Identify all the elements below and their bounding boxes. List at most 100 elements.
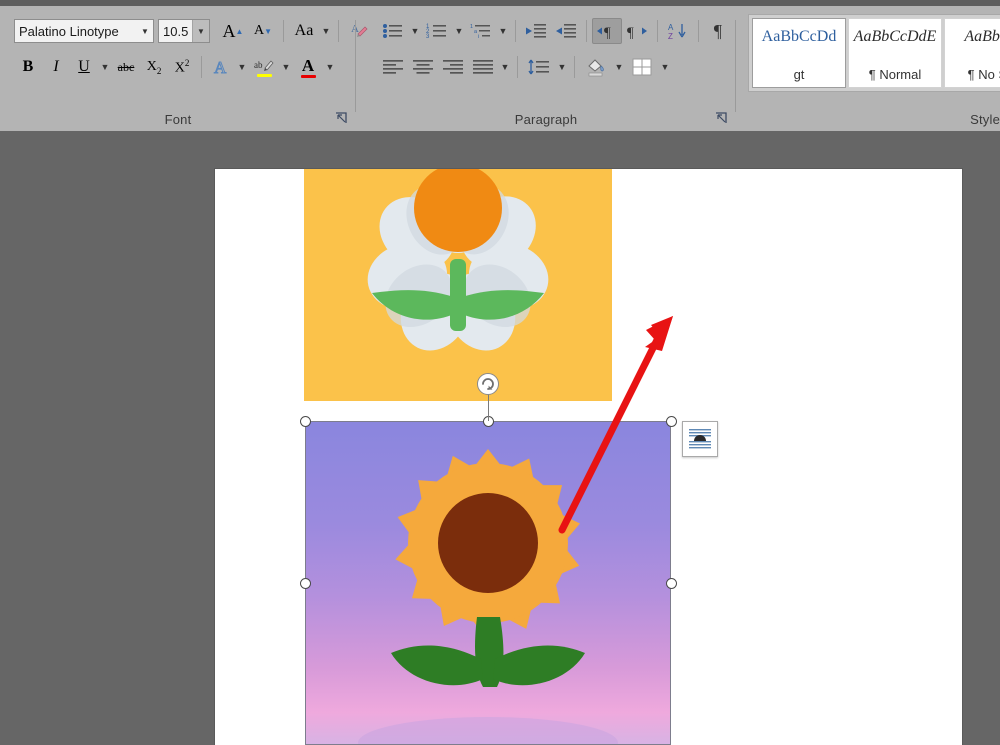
style-name: ¶ No Sp: [967, 67, 1000, 82]
style-sample: AaBbCc: [964, 28, 1000, 45]
sort-button[interactable]: A Z: [663, 18, 693, 44]
bullets-dropdown-icon[interactable]: ▼: [408, 18, 422, 44]
svg-text:¶: ¶: [627, 25, 634, 40]
strikethrough-icon: abc: [117, 59, 135, 74]
bullets-button[interactable]: [378, 18, 408, 44]
ltr-text-direction-button[interactable]: ¶: [592, 18, 622, 44]
font-color-dropdown-icon[interactable]: ▼: [323, 54, 337, 80]
style-name: ¶ Normal: [868, 67, 922, 82]
increase-indent-icon: [556, 24, 576, 38]
styles-gallery[interactable]: AaBbCcDd gt AaBbCcDdE ¶ Normal AaBbCc ¶ …: [748, 14, 1000, 92]
shrink-font-button[interactable]: A ▼: [248, 18, 278, 44]
superscript-button[interactable]: X2: [168, 54, 196, 80]
align-center-button[interactable]: [408, 54, 438, 80]
shading-dropdown-icon[interactable]: ▼: [612, 54, 626, 80]
line-spacing-icon: [528, 59, 549, 75]
underline-dropdown-icon[interactable]: ▼: [98, 54, 112, 80]
selection-handle-middle-left[interactable]: [299, 577, 311, 589]
document-page[interactable]: [215, 169, 962, 745]
justify-icon: [473, 60, 493, 74]
divider: [698, 20, 699, 42]
selection-handle-middle-right[interactable]: [665, 577, 677, 589]
decrease-indent-button[interactable]: [521, 18, 551, 44]
underline-icon: U: [78, 58, 90, 75]
text-highlight-button[interactable]: ab: [249, 54, 279, 80]
increase-indent-button[interactable]: [551, 18, 581, 44]
font-size-dropdown-icon[interactable]: ▼: [192, 20, 209, 42]
numbering-dropdown-icon[interactable]: ▼: [452, 18, 466, 44]
font-size-value: 10.5: [163, 23, 189, 39]
align-left-button[interactable]: [378, 54, 408, 80]
sunflower-image[interactable]: [305, 421, 671, 745]
text-effects-icon: A: [214, 58, 228, 76]
change-case-dropdown-icon[interactable]: ▼: [319, 18, 333, 44]
font-name-combo[interactable]: Palatino Linotype ▼: [14, 19, 154, 43]
divider: [517, 56, 518, 78]
subscript-button[interactable]: X2: [140, 54, 168, 80]
font-dialog-launcher[interactable]: [334, 111, 348, 125]
rotation-handle[interactable]: [477, 373, 499, 395]
svg-text:¶: ¶: [604, 25, 611, 40]
font-name-dropdown-icon[interactable]: ▼: [137, 20, 153, 42]
bold-button[interactable]: B: [14, 54, 42, 80]
style-tile-normal[interactable]: AaBbCcDdE ¶ Normal: [848, 18, 942, 88]
divider: [657, 20, 658, 42]
style-sample: AaBbCcDd: [761, 28, 837, 45]
italic-button[interactable]: I: [42, 54, 70, 80]
numbering-icon: 1 2 3: [426, 24, 446, 40]
shading-button[interactable]: [580, 54, 612, 80]
layout-options-icon: [689, 429, 711, 449]
style-tile-gt[interactable]: AaBbCcDd gt: [752, 18, 846, 88]
svg-text:3: 3: [426, 34, 430, 40]
line-spacing-dropdown-icon[interactable]: ▼: [555, 54, 569, 80]
style-name: gt: [793, 67, 805, 82]
rotation-handle-stem: [487, 391, 490, 421]
justify-button[interactable]: [468, 54, 498, 80]
highlight-icon: ab: [254, 60, 274, 71]
divider: [515, 20, 516, 42]
ltr-text-direction-icon: ¶: [597, 25, 611, 40]
font-color-swatch: [300, 74, 316, 78]
justify-dropdown-icon[interactable]: ▼: [498, 54, 512, 80]
font-color-button[interactable]: A: [293, 54, 323, 80]
borders-icon: [632, 58, 652, 76]
show-formatting-marks-button[interactable]: ¶: [704, 18, 732, 44]
borders-dropdown-icon[interactable]: ▼: [658, 54, 672, 80]
decrease-indent-icon: [526, 24, 546, 38]
bold-icon: B: [22, 58, 34, 75]
sunflower-illustration: [358, 449, 618, 745]
svg-text:A: A: [668, 23, 674, 32]
subscript-icon: X2: [146, 58, 162, 76]
rtl-text-direction-button[interactable]: ¶: [622, 18, 652, 44]
sort-icon: A Z: [668, 23, 686, 40]
strikethrough-button[interactable]: abc: [112, 54, 140, 80]
daisy-image[interactable]: [304, 169, 612, 401]
multilevel-list-dropdown-icon[interactable]: ▼: [496, 18, 510, 44]
multilevel-list-button[interactable]: 1 a i: [466, 18, 496, 44]
selection-handle-top-left[interactable]: [299, 415, 311, 427]
font-size-combo[interactable]: 10.5 ▼: [158, 19, 210, 43]
grow-font-button[interactable]: A ▲: [218, 18, 248, 44]
multilevel-list-icon: 1 a i: [470, 24, 490, 40]
layout-options-button[interactable]: [682, 421, 718, 457]
change-case-button[interactable]: Aa: [289, 18, 319, 44]
align-right-button[interactable]: [438, 54, 468, 80]
paragraph-dialog-launcher[interactable]: [714, 111, 728, 125]
numbering-button[interactable]: 1 2 3: [422, 18, 452, 44]
rotate-icon: [482, 378, 494, 390]
text-effects-dropdown-icon[interactable]: ▼: [235, 54, 249, 80]
line-spacing-button[interactable]: [523, 54, 555, 80]
highlight-dropdown-icon[interactable]: ▼: [279, 54, 293, 80]
divider: [586, 20, 587, 42]
selection-handle-top-right[interactable]: [665, 415, 677, 427]
underline-button[interactable]: U: [70, 54, 98, 80]
pilcrow-icon: ¶: [713, 20, 723, 41]
svg-text:A: A: [214, 58, 227, 76]
divider: [338, 20, 339, 42]
svg-text:1: 1: [470, 24, 473, 30]
text-effects-button[interactable]: A: [207, 54, 235, 80]
shading-bucket-icon: [588, 59, 604, 77]
document-canvas[interactable]: [0, 131, 1000, 745]
style-tile-no-spacing[interactable]: AaBbCc ¶ No Sp: [944, 18, 1000, 88]
borders-button[interactable]: [626, 54, 658, 80]
